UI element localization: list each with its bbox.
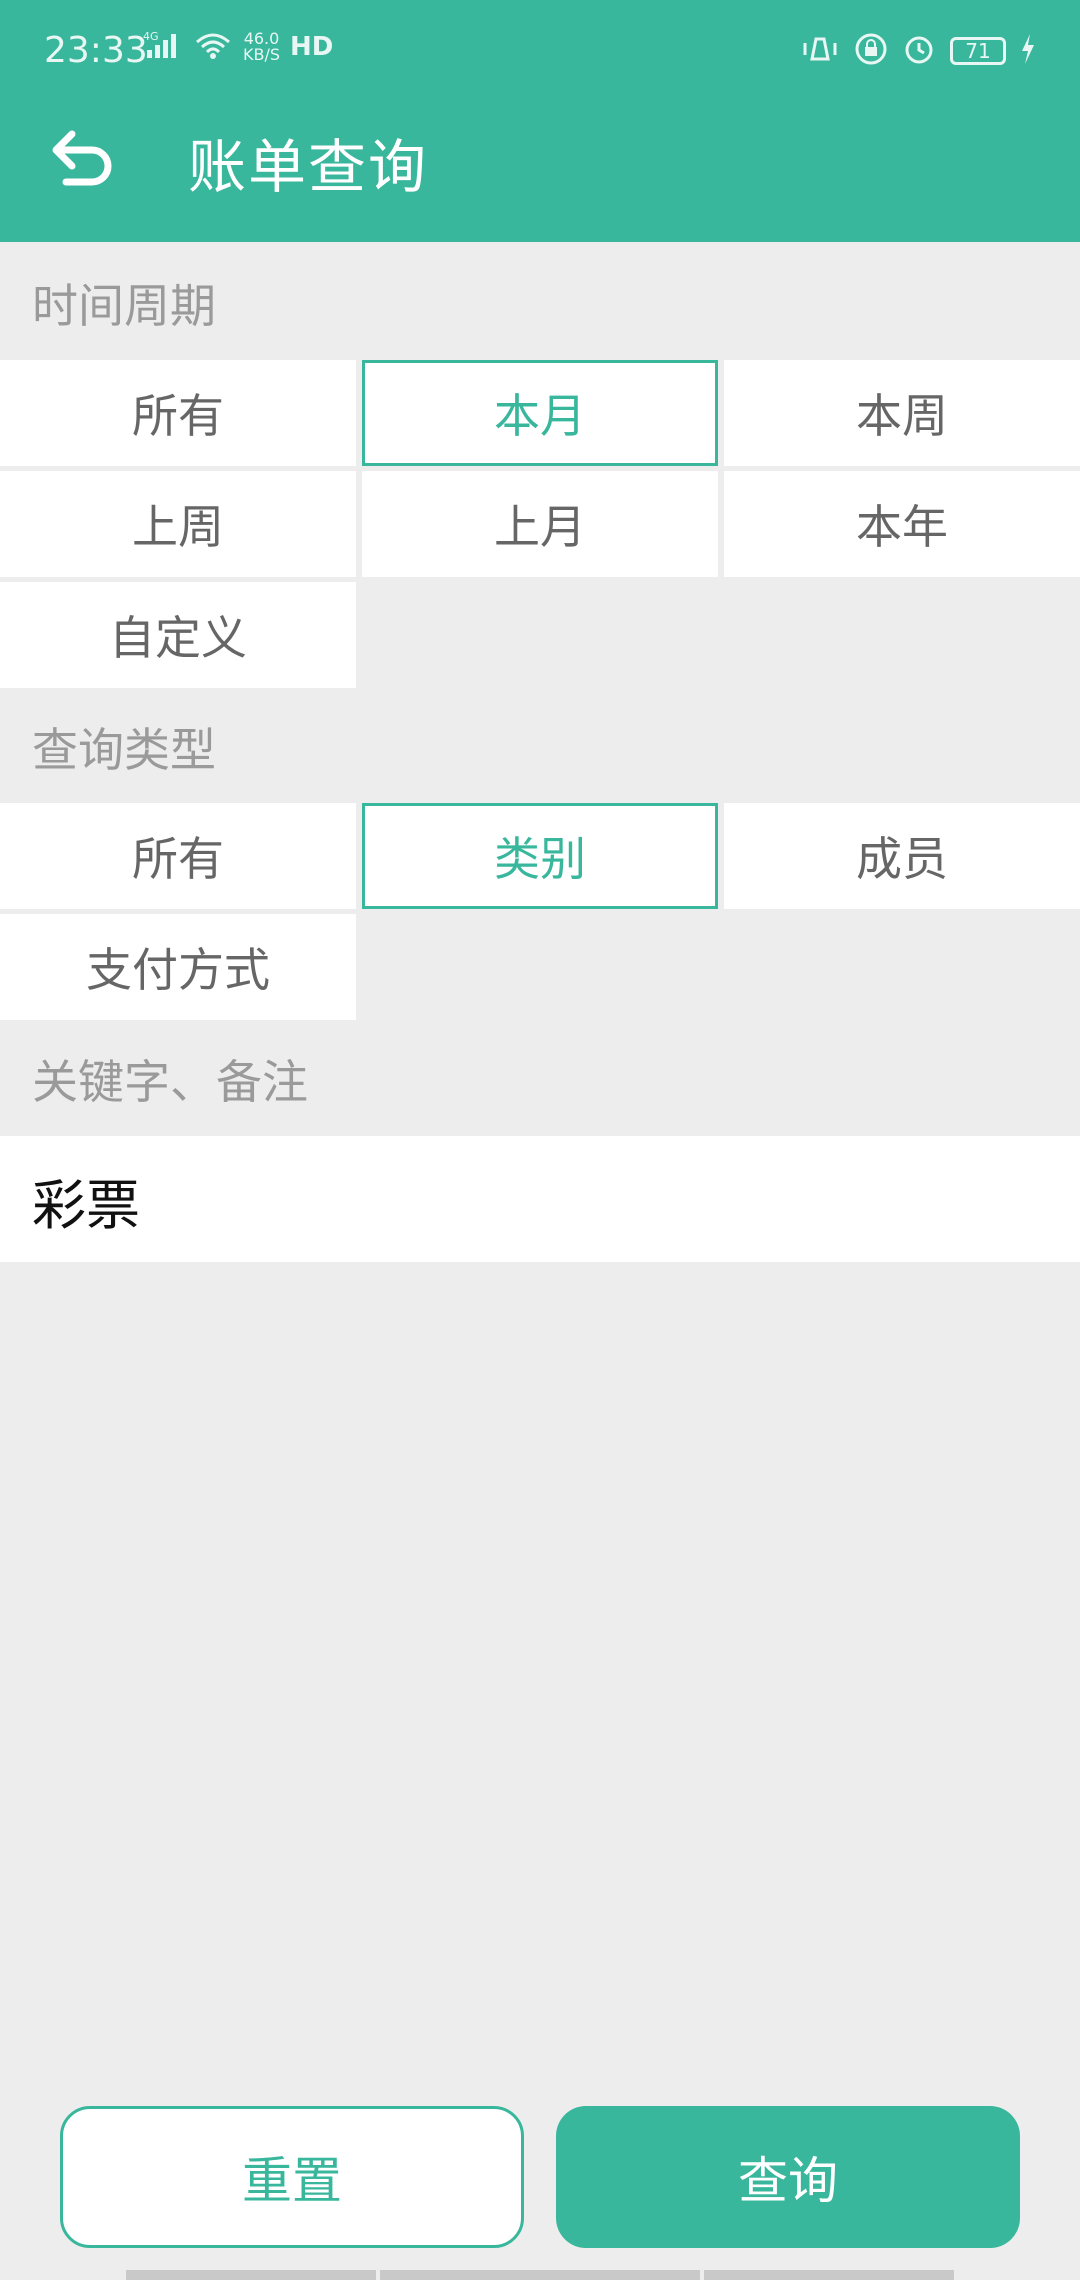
time-period-label: 时间周期: [32, 279, 216, 333]
app-header: 23:33 4G 46.0 KB/S HD 71 账单查询: [0, 0, 1080, 242]
network-speed: 46.0 KB/S: [243, 31, 280, 63]
speed-unit: KB/S: [243, 45, 281, 64]
vibrate-icon: [800, 33, 840, 69]
time-option-last-week[interactable]: 上周: [0, 471, 356, 577]
type-option-all[interactable]: 所有: [0, 803, 356, 909]
back-arrow-icon: [52, 130, 112, 186]
nav-bar-segment-right: [704, 2270, 954, 2280]
nav-bar-segment-left: [126, 2270, 376, 2280]
type-option-category[interactable]: 类别: [362, 803, 718, 909]
status-time: 23:33: [44, 30, 148, 71]
time-option-this-week[interactable]: 本周: [724, 360, 1080, 466]
type-option-member[interactable]: 成员: [724, 803, 1080, 909]
status-bar: 23:33 4G 46.0 KB/S HD 71: [0, 0, 1080, 110]
charging-icon: [1020, 34, 1036, 68]
query-type-label: 查询类型: [32, 723, 216, 777]
page-title: 账单查询: [188, 133, 429, 201]
hd-indicator: HD: [290, 32, 334, 62]
query-button[interactable]: 查询: [556, 2106, 1020, 2248]
network-type: 4G: [143, 30, 159, 43]
status-right-icons: 71: [800, 32, 1036, 70]
reset-button[interactable]: 重置: [60, 2106, 524, 2248]
battery-indicator: 71: [950, 37, 1006, 65]
keyword-label: 关键字、备注: [32, 1055, 308, 1109]
keyword-input[interactable]: [32, 1164, 1032, 1236]
time-option-custom[interactable]: 自定义: [0, 582, 356, 688]
type-option-payment-method[interactable]: 支付方式: [0, 914, 356, 1020]
rotation-lock-icon: [854, 32, 888, 70]
back-button[interactable]: [48, 122, 118, 192]
time-option-this-month[interactable]: 本月: [362, 360, 718, 466]
nav-bar-segment-center: [380, 2270, 700, 2280]
status-left-icons: 4G 46.0 KB/S HD: [143, 30, 333, 64]
time-option-this-year[interactable]: 本年: [724, 471, 1080, 577]
wifi-icon: [193, 30, 233, 64]
keyword-field-container: [0, 1136, 1080, 1262]
signal-icon: 4G: [143, 30, 183, 64]
time-option-all[interactable]: 所有: [0, 360, 356, 466]
time-option-last-month[interactable]: 上月: [362, 471, 718, 577]
alarm-icon: [902, 32, 936, 70]
